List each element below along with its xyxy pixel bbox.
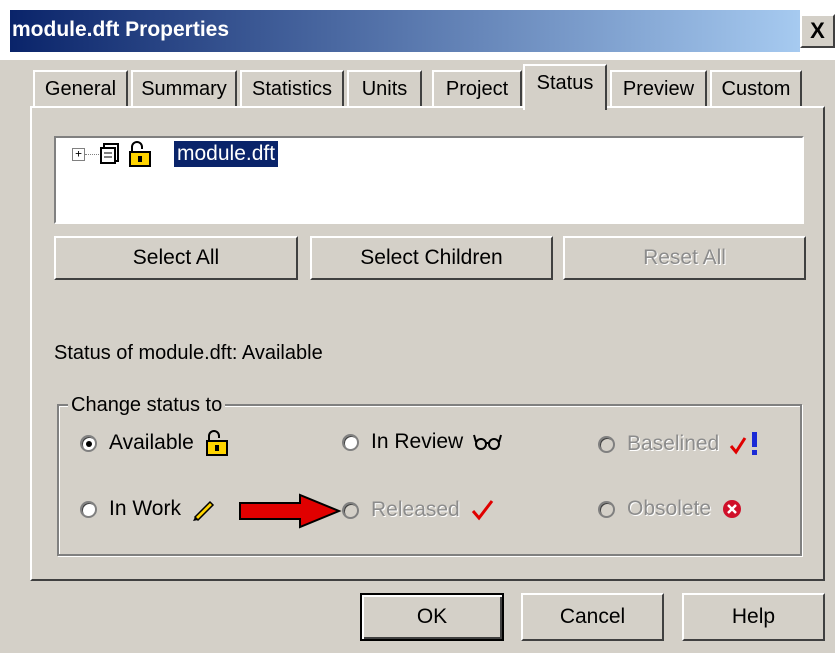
title-bar: module.dft Properties X bbox=[0, 0, 835, 60]
window-title: module.dft Properties bbox=[12, 18, 230, 41]
radio-in-work-label: In Work bbox=[109, 497, 181, 520]
red-check-icon bbox=[471, 500, 493, 521]
reset-all-button[interactable]: Reset All bbox=[563, 236, 806, 280]
radio-in-review-label: In Review bbox=[371, 430, 464, 453]
properties-dialog: module.dft Properties X General Summary … bbox=[0, 0, 835, 653]
select-children-button[interactable]: Select Children bbox=[310, 236, 553, 280]
radio-released-label: Released bbox=[371, 498, 460, 521]
radio-available-label: Available bbox=[109, 431, 194, 454]
tab-project[interactable]: Project bbox=[432, 70, 522, 106]
padlock-icon bbox=[205, 430, 228, 456]
padlock-icon bbox=[129, 141, 151, 167]
radio-released[interactable]: Released bbox=[342, 497, 496, 523]
radio-obsolete-label: Obsolete bbox=[627, 497, 712, 520]
tab-preview[interactable]: Preview bbox=[610, 70, 707, 106]
change-status-group bbox=[57, 404, 802, 556]
pencil-icon bbox=[192, 500, 215, 521]
cancel-button[interactable]: Cancel bbox=[521, 593, 664, 641]
tab-custom[interactable]: Custom bbox=[710, 70, 802, 106]
glasses-icon bbox=[473, 434, 503, 450]
tab-status[interactable]: Status bbox=[523, 64, 607, 110]
tab-summary[interactable]: Summary bbox=[131, 70, 237, 106]
tree-item-module-dft[interactable]: module.dft bbox=[174, 141, 279, 167]
ok-button[interactable]: OK bbox=[360, 593, 504, 641]
document-icon bbox=[100, 143, 119, 164]
radio-baselined-label: Baselined bbox=[627, 432, 720, 455]
radio-baselined[interactable]: Baselined bbox=[598, 430, 761, 458]
tab-statistics[interactable]: Statistics bbox=[240, 70, 344, 106]
check-exclamation-icon bbox=[730, 432, 758, 455]
current-status-text: Status of module.dft: Available bbox=[54, 342, 323, 364]
tree-expand-icon[interactable]: + bbox=[72, 148, 85, 161]
radio-available[interactable]: Available bbox=[80, 430, 230, 456]
close-icon: X bbox=[810, 18, 825, 43]
tab-general[interactable]: General bbox=[33, 70, 128, 106]
red-x-icon bbox=[723, 500, 742, 518]
radio-in-review[interactable]: In Review bbox=[342, 430, 503, 454]
red-arrow-annotation bbox=[239, 493, 342, 529]
help-button[interactable]: Help bbox=[682, 593, 825, 641]
select-all-button[interactable]: Select All bbox=[54, 236, 298, 280]
tab-units[interactable]: Units bbox=[347, 70, 422, 106]
radio-in-work[interactable]: In Work bbox=[80, 497, 217, 521]
document-tree[interactable]: + module.dft bbox=[54, 136, 804, 224]
close-button[interactable]: X bbox=[800, 14, 835, 48]
change-status-group-label: Change status to bbox=[68, 394, 226, 417]
radio-obsolete[interactable]: Obsolete bbox=[598, 497, 743, 521]
